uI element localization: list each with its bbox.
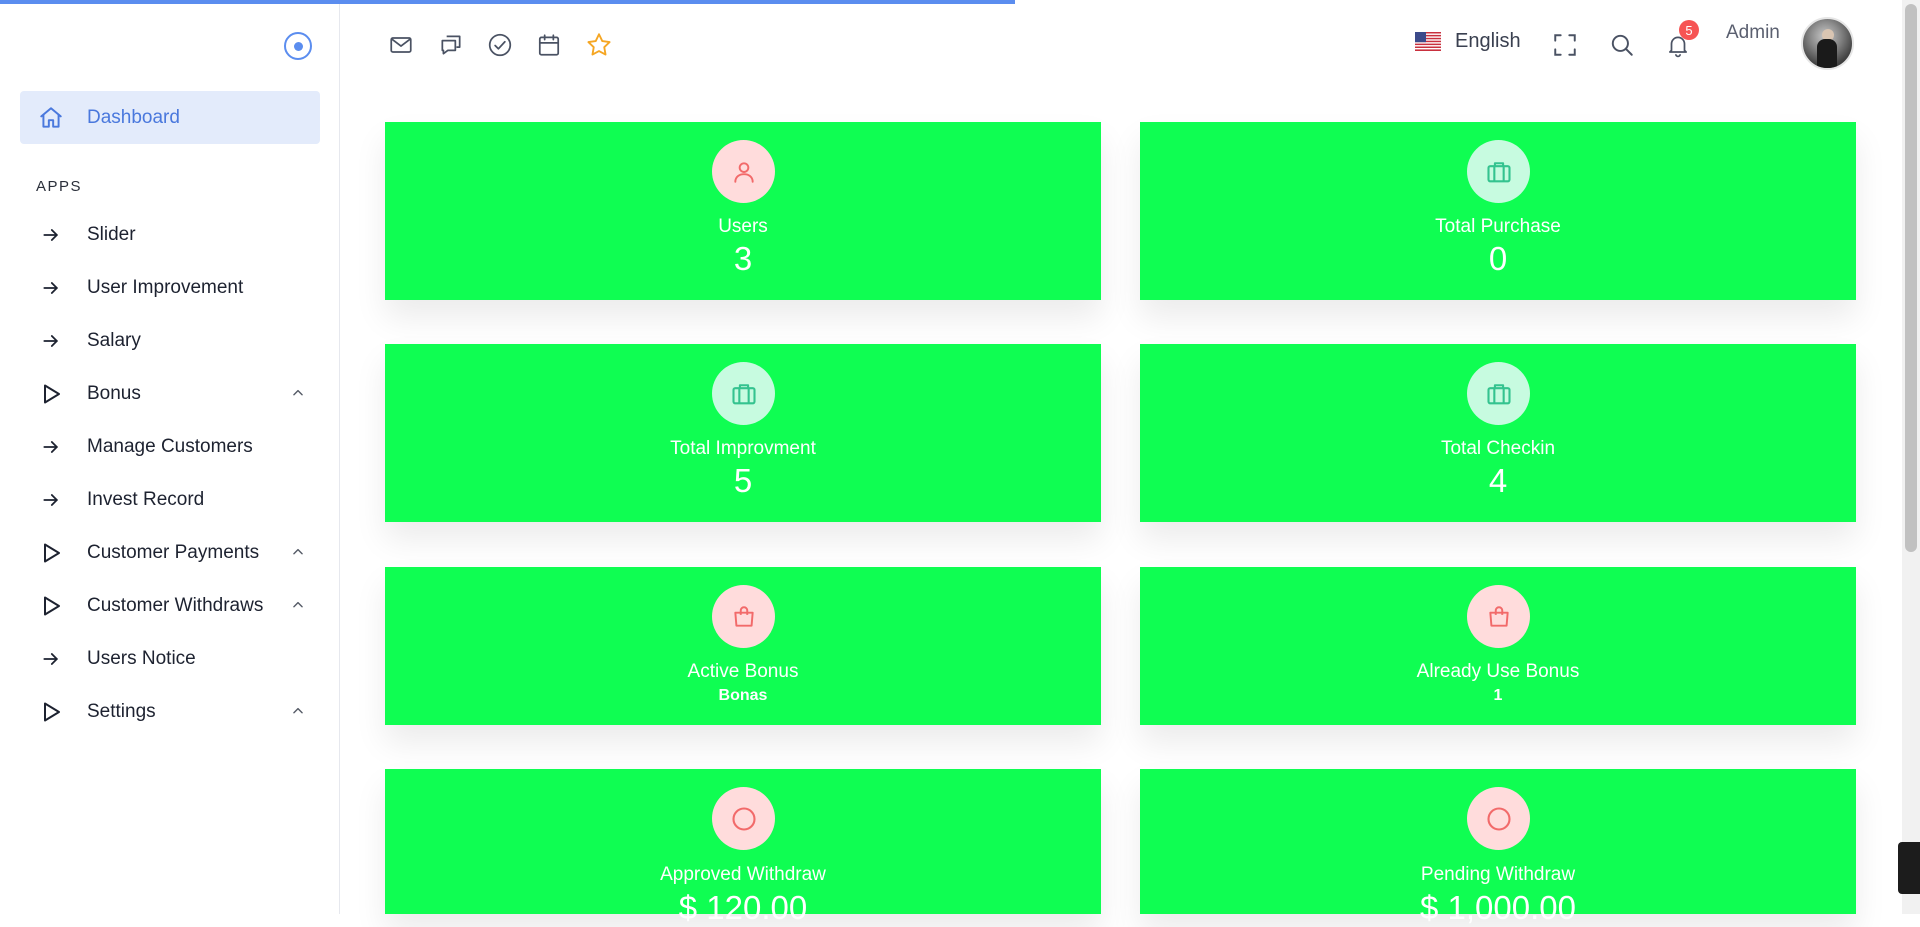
sidebar-item-label: Customer Payments <box>87 541 260 563</box>
sidebar-item-bonus[interactable]: Bonus <box>20 367 320 420</box>
home-icon <box>36 103 66 133</box>
stat-card-title: Approved Withdraw <box>660 864 826 885</box>
sidebar-item-label: Users Notice <box>87 647 196 669</box>
play-icon <box>36 538 66 568</box>
sidebar-nav-list: Slider User Improvement Salary Bonus Man… <box>20 208 320 738</box>
stat-card-pending-withdraw[interactable]: Pending Withdraw $ 1,000.00 <box>1140 769 1856 926</box>
arrow-right-icon <box>36 485 66 515</box>
stat-card-value: 4 <box>1488 462 1508 499</box>
stat-card-value: $ 1,000.00 <box>1420 889 1576 926</box>
us-flag-icon <box>1415 32 1441 51</box>
stat-card-total-purchase[interactable]: Total Purchase 0 <box>1140 122 1856 300</box>
radio-dot-icon <box>293 41 303 51</box>
arrow-right-icon <box>36 432 66 462</box>
stat-card-approved-withdraw[interactable]: Approved Withdraw $ 120.00 <box>385 769 1101 926</box>
circle-icon <box>712 787 775 850</box>
stat-card-value: 0 <box>1488 240 1508 277</box>
sidebar-item-customer-withdraws[interactable]: Customer Withdraws <box>20 579 320 632</box>
sidebar-item-settings[interactable]: Settings <box>20 685 320 738</box>
stat-card-title: Total Purchase <box>1435 216 1561 237</box>
sidebar-item-label: Settings <box>87 700 156 722</box>
stat-card-title: Active Bonus <box>687 661 799 682</box>
play-icon <box>36 591 66 621</box>
arrow-right-icon <box>36 644 66 674</box>
chevron-up-icon[interactable] <box>288 383 308 403</box>
stat-card-active-bonus[interactable]: Active Bonus Bonas <box>385 567 1101 725</box>
stat-card-title: Already Use Bonus <box>1416 661 1580 682</box>
sidebar-item-label: Invest Record <box>87 488 205 510</box>
stat-card-value: 1 <box>1493 687 1503 704</box>
stat-card-title: Pending Withdraw <box>1420 864 1576 885</box>
avatar[interactable] <box>1801 17 1854 70</box>
sidebar: Dashboard APPS Slider User Improvement S… <box>0 0 340 914</box>
language-selector[interactable]: English <box>1415 30 1521 53</box>
stat-card-title: Total Checkin <box>1440 438 1556 459</box>
sidebar-item-label: Dashboard <box>87 106 180 128</box>
arrow-right-icon <box>36 273 66 303</box>
stat-card-users[interactable]: Users 3 <box>385 122 1101 300</box>
page-loading-progress <box>0 0 1015 4</box>
stat-card-already-use-bonus[interactable]: Already Use Bonus 1 <box>1140 567 1856 725</box>
sidebar-item-users-notice[interactable]: Users Notice <box>20 632 320 685</box>
briefcase-icon <box>712 362 775 425</box>
check-circle-icon[interactable] <box>485 30 515 60</box>
sidebar-toggle-button[interactable] <box>284 32 312 60</box>
stat-card-title: Total Improvment <box>670 438 816 459</box>
stat-card-value: $ 120.00 <box>678 889 808 926</box>
briefcase-icon <box>1467 140 1530 203</box>
circle-icon <box>1467 787 1530 850</box>
play-icon <box>36 697 66 727</box>
scrollbar-thumb[interactable] <box>1905 4 1917 552</box>
sidebar-item-manage-customers[interactable]: Manage Customers <box>20 420 320 473</box>
stat-card-total-improvment[interactable]: Total Improvment 5 <box>385 344 1101 522</box>
user-icon <box>712 140 775 203</box>
sidebar-item-salary[interactable]: Salary <box>20 314 320 367</box>
chevron-up-icon[interactable] <box>288 701 308 721</box>
chevron-up-icon[interactable] <box>288 595 308 615</box>
fullscreen-icon[interactable] <box>1550 30 1580 60</box>
shopping-bag-icon <box>1467 585 1530 648</box>
stat-card-title: Users <box>718 216 768 237</box>
shopping-bag-icon <box>712 585 775 648</box>
sidebar-item-label: Manage Customers <box>87 435 253 457</box>
sidebar-item-dashboard[interactable]: Dashboard <box>20 91 320 144</box>
stat-card-value: Bonas <box>718 687 768 704</box>
calendar-icon[interactable] <box>534 30 564 60</box>
floating-widget[interactable] <box>1898 842 1920 894</box>
sidebar-item-invest-record[interactable]: Invest Record <box>20 473 320 526</box>
star-icon[interactable] <box>584 30 614 60</box>
sidebar-item-label: Customer Withdraws <box>87 594 264 616</box>
stat-card-total-checkin[interactable]: Total Checkin 4 <box>1140 344 1856 522</box>
sidebar-item-customer-payments[interactable]: Customer Payments <box>20 526 320 579</box>
stat-card-value: 3 <box>733 240 753 277</box>
sidebar-section-title: APPS <box>36 178 83 195</box>
notification-badge: 5 <box>1679 20 1699 40</box>
language-label: English <box>1455 30 1521 52</box>
stat-card-value: 5 <box>733 462 753 499</box>
arrow-right-icon <box>36 326 66 356</box>
briefcase-icon <box>1467 362 1530 425</box>
user-name[interactable]: Admin <box>1726 22 1780 44</box>
sidebar-item-label: Slider <box>87 223 136 245</box>
sidebar-item-slider[interactable]: Slider <box>20 208 320 261</box>
sidebar-item-label: Bonus <box>87 382 141 404</box>
search-icon[interactable] <box>1607 30 1637 60</box>
sidebar-item-label: User Improvement <box>87 276 244 298</box>
arrow-right-icon <box>36 220 66 250</box>
page-scrollbar[interactable] <box>1902 0 1920 914</box>
sidebar-item-label: Salary <box>87 329 141 351</box>
chat-icon[interactable] <box>436 30 466 60</box>
chevron-up-icon[interactable] <box>288 542 308 562</box>
mail-icon[interactable] <box>386 30 416 60</box>
play-icon <box>36 379 66 409</box>
sidebar-item-user-improvement[interactable]: User Improvement <box>20 261 320 314</box>
